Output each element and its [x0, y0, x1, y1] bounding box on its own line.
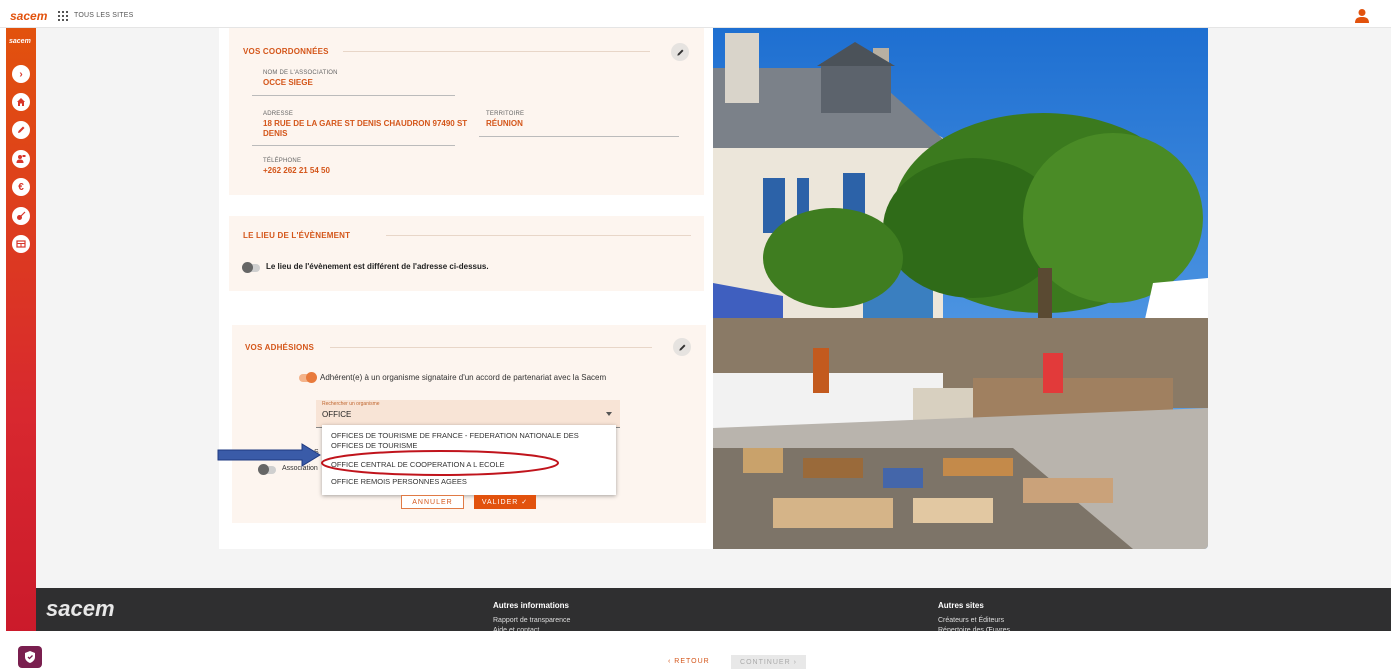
dropdown-option-line: OFFICES DE TOURISME DE FRANCE - FEDERATI… — [331, 431, 579, 440]
cancel-button-label: ANNULER — [412, 498, 453, 506]
phone-label: TÉLÉPHONE — [263, 158, 302, 164]
lieu-title: LE LIEU DE L'ÉVÈNEMENT — [243, 231, 351, 240]
dropdown-option-line: OFFICES DE TOURISME — [331, 441, 418, 450]
back-button[interactable]: ‹ RETOUR — [668, 658, 710, 665]
edit-adhesions-button[interactable] — [673, 338, 691, 356]
footer: sacem Autres informations Rapport de tra… — [36, 588, 1391, 634]
sidebar-logo: sacem — [9, 38, 31, 45]
continue-button-label: CONTINUER — [740, 658, 791, 666]
validate-button-label: VALIDER — [481, 498, 519, 506]
section-divider — [343, 51, 650, 52]
validate-button[interactable]: VALIDER ✓ — [474, 495, 536, 509]
edit-coordonnees-button[interactable] — [671, 43, 689, 61]
organisme-dropdown: OFFICES DE TOURISME DE FRANCE - FEDERATI… — [322, 425, 616, 495]
address-line-2: DENIS — [263, 129, 288, 138]
lieu-panel — [229, 216, 704, 291]
chevron-down-icon[interactable] — [606, 412, 612, 416]
cancel-button[interactable]: ANNULER — [401, 495, 464, 509]
back-button-label: RETOUR — [674, 658, 710, 665]
address-line-1: 18 RUE DE LA GARE ST DENIS CHAUDRON 9749… — [263, 119, 468, 128]
pencil-icon — [678, 344, 685, 351]
all-sites-link[interactable]: TOUS LES SITES — [74, 12, 133, 19]
pencil-icon — [676, 49, 683, 56]
chevron-left-icon: ‹ — [668, 658, 672, 665]
field-underline — [252, 95, 455, 96]
adherent-partner-label: Adhérent(e) à un organisme signataire d'… — [320, 373, 607, 382]
table-icon[interactable] — [12, 235, 30, 253]
sacem-logo[interactable]: sacem — [10, 9, 47, 23]
section-divider — [386, 235, 691, 236]
dropdown-option[interactable]: OFFICES DE TOURISME DE FRANCE - FEDERATI… — [331, 431, 579, 451]
user-money-icon[interactable] — [12, 150, 30, 168]
footer-link[interactable]: Rapport de transparence — [493, 617, 570, 624]
lieu-different-label: Le lieu de l'évènement est différent de … — [266, 262, 489, 271]
euro-icon[interactable]: € — [12, 178, 30, 196]
association-name-label: NOM DE L'ASSOCIATION — [263, 70, 338, 76]
guitar-icon[interactable] — [12, 207, 30, 225]
organisme-search-input[interactable]: Rechercher un organisme OFFICE — [316, 400, 620, 428]
address-label: ADRESSE — [263, 111, 294, 117]
association-label: Association — [282, 465, 318, 472]
footer-col2-title: Autres sites — [938, 601, 984, 610]
footer-link[interactable]: Créateurs et Éditeurs — [938, 617, 1004, 624]
territory-label: TERRITOIRE — [486, 111, 525, 117]
footer-col1-title: Autres informations — [493, 601, 570, 610]
section-divider — [330, 347, 652, 348]
dropdown-option-selected[interactable]: OFFICE CENTRAL DE COOPERATION A L ECOLE — [331, 460, 505, 470]
home-icon[interactable] — [12, 93, 30, 111]
user-account-icon[interactable] — [1355, 8, 1369, 24]
adhesions-title: VOS ADHÉSIONS — [245, 343, 314, 352]
bottom-navigation: ‹ RETOUR CONTINUER › — [0, 631, 1391, 670]
search-field-value[interactable]: OFFICE — [322, 410, 351, 419]
adherent-partner-toggle[interactable] — [299, 372, 317, 383]
partial-hidden-text: S — [314, 449, 319, 456]
top-bar: sacem TOUS LES SITES — [0, 5, 1391, 28]
association-name-value: OCCE SIEGE — [263, 78, 313, 87]
apps-grid-icon[interactable] — [58, 11, 68, 21]
field-underline — [252, 145, 455, 146]
search-field-label: Rechercher un organisme — [322, 401, 380, 407]
dropdown-option[interactable]: OFFICE REMOIS PERSONNES AGEES — [331, 477, 467, 487]
privacy-shield-icon[interactable] — [18, 646, 42, 668]
check-icon: ✓ — [521, 499, 529, 506]
footer-sacem-logo[interactable]: sacem — [46, 596, 115, 622]
chevron-right-icon: › — [793, 658, 797, 666]
pencil-icon[interactable] — [12, 121, 30, 139]
continue-button[interactable]: CONTINUER › — [731, 655, 806, 669]
chevron-right-icon[interactable]: › — [12, 65, 30, 83]
coordonnees-title: VOS COORDONNÉES — [243, 47, 329, 56]
sidebar: sacem › € — [6, 28, 36, 670]
event-photo — [713, 28, 1208, 549]
phone-value: +262 262 21 54 50 — [263, 166, 330, 175]
territory-value: RÉUNION — [486, 119, 523, 128]
association-toggle[interactable] — [258, 464, 276, 475]
field-underline — [479, 136, 679, 137]
lieu-different-toggle[interactable] — [242, 262, 260, 273]
